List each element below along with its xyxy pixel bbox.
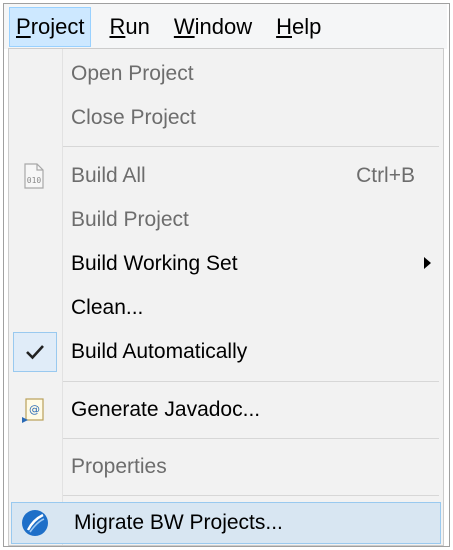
- build-project-label: Build Project: [71, 208, 189, 231]
- menu-project-rest: roject: [30, 13, 85, 39]
- menu-window-mnemonic: W: [173, 13, 195, 39]
- properties-label: Properties: [71, 455, 167, 478]
- menu-help[interactable]: Help: [270, 7, 327, 47]
- menu-run-mnemonic: R: [109, 13, 126, 39]
- build-all-shortcut: Ctrl+B: [356, 164, 415, 187]
- migrate-bw-label: Migrate BW Projects...: [74, 511, 283, 534]
- menu-help-mnemonic: H: [276, 13, 292, 39]
- open-project-label: Open Project: [71, 62, 194, 85]
- menu-item-properties[interactable]: Properties: [9, 446, 443, 488]
- menu-bar: Project Run Window Help: [4, 4, 447, 49]
- menu-item-open-project[interactable]: Open Project: [9, 53, 443, 95]
- clean-label: Clean...: [71, 296, 144, 319]
- submenu-arrow-icon: [424, 257, 431, 269]
- menu-project-mnemonic: P: [16, 13, 31, 39]
- menu-run[interactable]: Run: [103, 7, 155, 47]
- close-project-label: Close Project: [71, 106, 196, 129]
- menu-item-build-project[interactable]: Build Project: [9, 199, 443, 241]
- svg-text:@: @: [29, 403, 40, 416]
- menu-separator: [63, 381, 439, 382]
- generate-javadoc-label: Generate Javadoc...: [71, 398, 261, 421]
- build-automatically-label: Build Automatically: [71, 340, 248, 363]
- menu-item-generate-javadoc[interactable]: @ Generate Javadoc...: [9, 389, 443, 431]
- build-working-set-label: Build Working Set: [71, 252, 238, 275]
- menu-separator: [63, 495, 439, 496]
- tibco-bw-icon: [20, 508, 50, 538]
- menu-project[interactable]: Project: [9, 6, 92, 47]
- menu-item-close-project[interactable]: Close Project: [9, 97, 443, 139]
- checkmark-icon: [13, 332, 57, 372]
- menu-window-rest: indow: [194, 13, 253, 39]
- menu-item-clean[interactable]: Clean...: [9, 287, 443, 329]
- binary-file-icon: 010: [19, 161, 49, 191]
- menu-item-migrate-bw-projects[interactable]: Migrate BW Projects...: [11, 502, 441, 544]
- menu-window[interactable]: Window: [168, 7, 258, 47]
- menu-separator: [63, 438, 439, 439]
- javadoc-icon: @: [19, 395, 49, 425]
- build-all-label: Build All: [71, 164, 146, 187]
- menu-help-rest: elp: [292, 13, 322, 39]
- menu-item-build-all[interactable]: 010 Build All Ctrl+B: [9, 155, 443, 197]
- menu-item-build-automatically[interactable]: Build Automatically: [9, 331, 443, 373]
- project-dropdown-menu: Open Project Close Project 010 Build All…: [8, 48, 444, 546]
- binary-icon-text: 010: [27, 176, 42, 185]
- menu-run-rest: un: [125, 13, 150, 39]
- menu-separator: [63, 146, 439, 147]
- menu-item-build-working-set[interactable]: Build Working Set: [9, 243, 443, 285]
